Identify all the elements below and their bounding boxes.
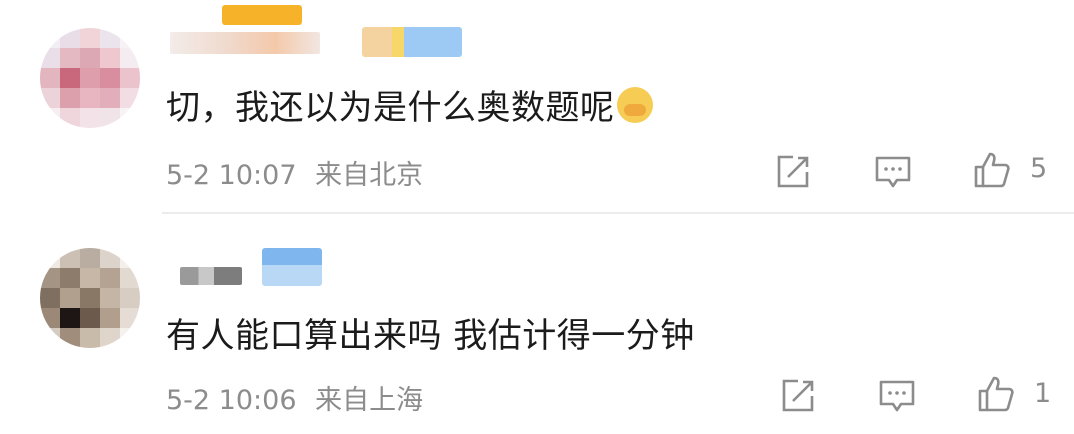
angry-face-emoji-icon bbox=[616, 87, 653, 123]
thumbs-up-icon[interactable] bbox=[976, 374, 1016, 414]
like-count: 1 bbox=[1034, 378, 1052, 409]
comment-text-content: 切，我还以为是什么奥数题呢 bbox=[166, 88, 615, 128]
comment-location: 来自北京 bbox=[315, 160, 424, 191]
thumbs-up-icon[interactable] bbox=[972, 150, 1012, 190]
username[interactable] bbox=[170, 32, 320, 54]
comment-time: 5-2 10:07 bbox=[166, 160, 297, 191]
vip-badge bbox=[262, 248, 322, 286]
comment-text-content: 有人能口算出来吗 我估计得一分钟 bbox=[166, 316, 695, 356]
comment-text: 切，我还以为是什么奥数题呢 bbox=[166, 80, 653, 129]
like-count: 5 bbox=[1030, 153, 1048, 184]
user-level-badge bbox=[222, 5, 302, 25]
comment-location: 来自上海 bbox=[315, 385, 424, 416]
comment-meta: 5-2 10:07 来自北京 bbox=[166, 153, 423, 192]
comment-icon[interactable] bbox=[877, 376, 917, 416]
comment-item: 有人能口算出来吗 我估计得一分钟 5-2 10:06 来自上海 1 bbox=[0, 220, 1074, 434]
vip-badge bbox=[362, 27, 462, 57]
share-icon[interactable] bbox=[773, 152, 813, 192]
divider bbox=[162, 212, 1074, 214]
share-icon[interactable] bbox=[778, 376, 818, 416]
comment-icon[interactable] bbox=[873, 152, 913, 192]
username[interactable] bbox=[180, 267, 242, 285]
comment-item: 切，我还以为是什么奥数题呢 5-2 10:07 来自北京 5 bbox=[0, 0, 1074, 214]
avatar[interactable] bbox=[40, 28, 140, 128]
comment-text: 有人能口算出来吗 我估计得一分钟 bbox=[166, 308, 695, 357]
avatar[interactable] bbox=[40, 248, 140, 348]
comment-meta: 5-2 10:06 来自上海 bbox=[166, 378, 423, 417]
comment-time: 5-2 10:06 bbox=[166, 385, 297, 416]
